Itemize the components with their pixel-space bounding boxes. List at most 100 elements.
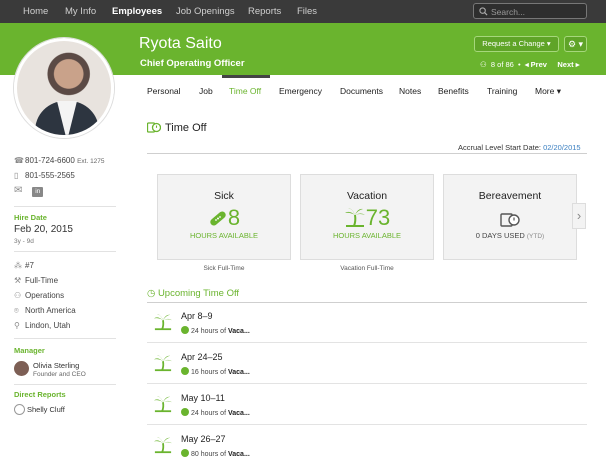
card-name: Bereavement (478, 190, 542, 202)
profile-tabs: Personal Job Time Off Emergency Document… (140, 75, 590, 105)
list-item[interactable]: Apr 24–25 16 hours of Vaca... (147, 344, 587, 384)
sidebar-divider (14, 384, 116, 385)
search-input[interactable]: Search... (473, 3, 587, 19)
approved-check-icon (181, 449, 189, 457)
card-subtitle: HOURS AVAILABLE (332, 231, 402, 240)
wrench-icon: ⚒ (14, 276, 22, 285)
list-item[interactable]: May 10–11 24 hours of Vaca... (147, 385, 587, 425)
department-value: Operations (25, 291, 65, 300)
nav-files[interactable]: Files (297, 6, 317, 17)
bereavement-icon (500, 213, 520, 227)
tab-more[interactable]: More ▾ (535, 86, 561, 97)
search-placeholder: Search... (491, 7, 526, 17)
upcoming-time-off-heading: ◷ Upcoming Time Off (147, 288, 239, 299)
employee-name: Ryota Saito (139, 35, 222, 52)
next-button[interactable]: Next ▸ (557, 60, 579, 69)
nav-home[interactable]: Home (23, 6, 48, 17)
chevron-right-icon[interactable]: › (572, 203, 586, 229)
list-item[interactable]: Apr 8–9 24 hours of Vaca... (147, 303, 587, 343)
prev-button[interactable]: ◂ Prev (525, 60, 547, 69)
mobile-phone: ▯ 801-555-2565 (14, 171, 75, 180)
tab-personal[interactable]: Personal (147, 86, 181, 96)
time-off-detail: 80 hours of Vaca... (181, 449, 250, 458)
search-icon (479, 7, 488, 16)
bereavement-balance-card[interactable]: Bereavement 0 DAYS USED (YTD) (443, 174, 577, 260)
time-off-title: Time Off (165, 122, 207, 134)
time-off-hours: 24 hours of (191, 328, 227, 335)
map-pin-icon: ⚲ (14, 321, 20, 330)
pager-position: 8 of 86 (490, 60, 514, 69)
direct-report-name[interactable]: Shelly Cluff (27, 405, 65, 414)
card-name: Sick (214, 190, 234, 202)
division: ⌾ North America (14, 306, 76, 316)
time-off-type: Vaca... (227, 451, 250, 458)
sick-balance-card[interactable]: Sick 8 HOURS AVAILABLE (157, 174, 291, 260)
manager-title: Founder and CEO (33, 371, 86, 378)
bereavement-days-used: 0 DAYS USED (475, 231, 525, 240)
manager-avatar[interactable] (14, 361, 29, 376)
time-off-date: Apr 24–25 (181, 352, 223, 362)
direct-report-avatar-icon[interactable] (14, 404, 25, 415)
time-off-type: Vaca... (227, 369, 250, 376)
time-off-hours: 24 hours of (191, 410, 227, 417)
manager-label: Manager (14, 346, 45, 355)
time-off-date: May 26–27 (181, 434, 226, 444)
tab-time-off[interactable]: Time Off (229, 86, 261, 96)
nav-job-openings[interactable]: Job Openings (176, 6, 235, 17)
sidebar-divider (14, 251, 116, 252)
time-off-date: Apr 8–9 (181, 311, 213, 321)
employee-pager: ⚇ 8 of 86 • ◂ Prev Next ▸ (480, 60, 580, 69)
location-value: Lindon, Utah (25, 321, 71, 330)
palm-tree-icon (154, 395, 172, 413)
accrual-date-link[interactable]: 02/20/2015 (543, 143, 581, 152)
office-phone-icon: ☎ (14, 156, 24, 165)
card-subtitle: HOURS AVAILABLE (189, 231, 259, 240)
settings-gear-button[interactable]: ⚙ ▾ (564, 36, 587, 52)
sick-hours: 8 (227, 205, 241, 230)
list-item[interactable]: May 26–27 80 hours of Vaca... (147, 426, 587, 458)
hire-length: 3y - 9d (14, 238, 34, 245)
sidebar-divider (14, 206, 116, 207)
tab-notes[interactable]: Notes (399, 86, 421, 96)
manager-name[interactable]: Olivia Sterling (33, 361, 79, 370)
card-value (444, 205, 576, 231)
time-off-hours: 80 hours of (191, 451, 227, 458)
nav-reports[interactable]: Reports (248, 6, 281, 17)
linkedin-icon[interactable]: in (32, 187, 44, 197)
employee-number-value: #7 (25, 261, 34, 270)
people-icon: ⚇ (480, 60, 487, 69)
card-subtitle: 0 DAYS USED (YTD) (444, 231, 576, 240)
bereavement-ytd: (YTD) (526, 233, 545, 240)
time-off-type: Vaca... (227, 410, 250, 417)
request-change-button[interactable]: Request a Change ▾ (474, 36, 559, 52)
nav-employees[interactable]: Employees (112, 6, 162, 17)
employment-type: ⚒ Full-Time (14, 276, 58, 285)
nav-my-info[interactable]: My Info (65, 6, 96, 17)
top-navigation: Home My Info Employees Job Openings Repo… (0, 0, 606, 23)
employment-type-value: Full-Time (25, 276, 59, 285)
clock-icon: ◷ (147, 288, 156, 299)
work-phone: ☎801-724-6600 Ext. 1275 (14, 156, 105, 165)
vacation-card-caption: Vacation Full-Time (340, 265, 394, 272)
work-phone-number: 801-724-6600 (25, 156, 75, 165)
tab-documents[interactable]: Documents (340, 86, 383, 96)
contact-links: ✉ in (14, 185, 45, 197)
upcoming-time-off-title: Upcoming Time Off (157, 288, 240, 299)
tab-job[interactable]: Job (199, 86, 213, 96)
tab-training[interactable]: Training (487, 86, 517, 96)
tab-emergency[interactable]: Emergency (279, 86, 322, 96)
tab-benefits[interactable]: Benefits (438, 86, 469, 96)
approved-check-icon (181, 367, 189, 375)
approved-check-icon (181, 326, 189, 334)
approved-check-icon (181, 408, 189, 416)
mobile-phone-number: 801-555-2565 (25, 171, 75, 180)
card-name: Vacation (346, 190, 388, 202)
card-value: 73 (301, 205, 433, 231)
time-off-date: May 10–11 (181, 393, 225, 403)
email-icon[interactable]: ✉ (14, 185, 28, 196)
vacation-balance-card[interactable]: Vacation 73 HOURS AVAILABLE (300, 174, 434, 260)
palm-tree-icon (344, 208, 365, 227)
palm-tree-icon (154, 354, 172, 372)
work-phone-ext: Ext. 1275 (77, 158, 105, 165)
time-off-detail: 24 hours of Vaca... (181, 326, 250, 335)
